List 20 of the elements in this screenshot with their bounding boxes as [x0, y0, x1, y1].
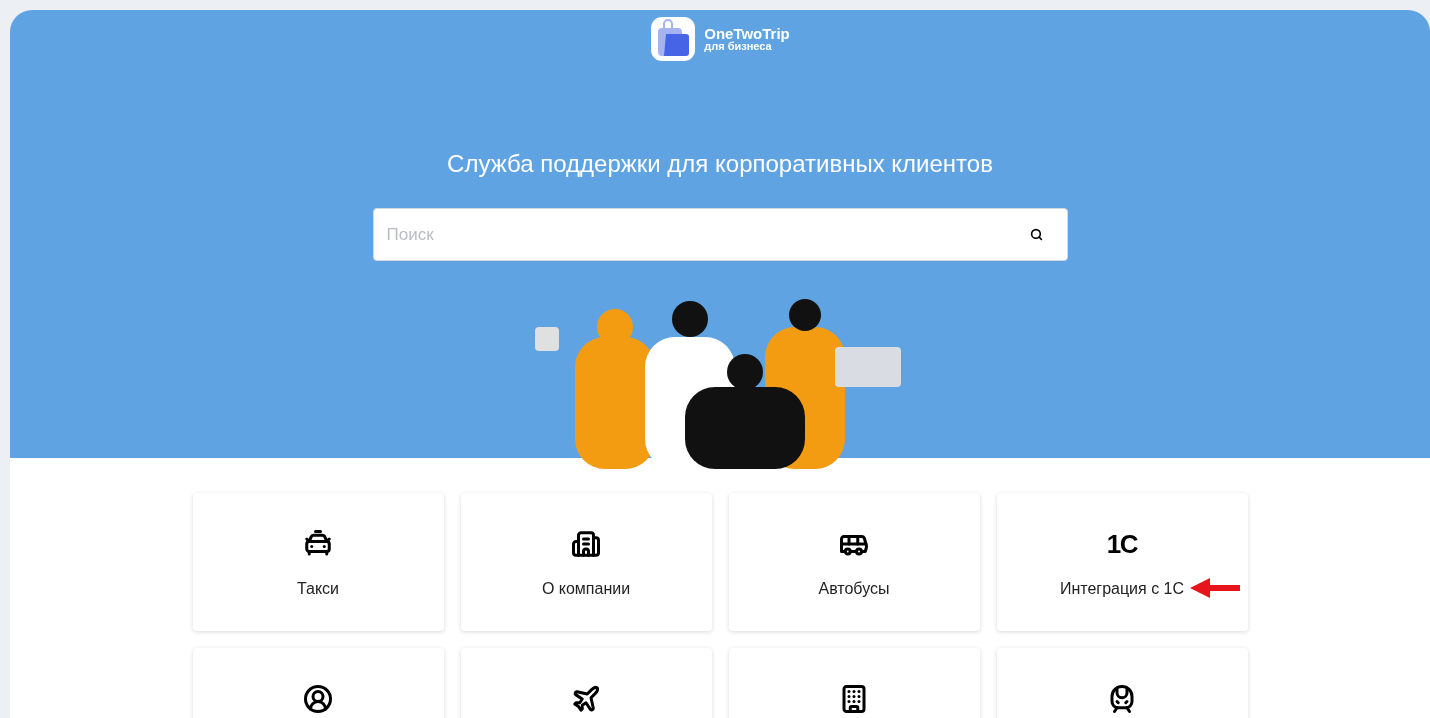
search-icon[interactable] [1029, 228, 1043, 241]
train-icon [1107, 684, 1137, 714]
brand-subtitle: для бизнеса [704, 41, 772, 52]
brand-name: OneTwoTrip [704, 26, 790, 41]
category-card[interactable]: О компании [460, 493, 712, 631]
pointer-arrow-icon [1190, 578, 1241, 598]
category-card[interactable]: Такси [192, 493, 444, 631]
plane-icon [571, 684, 601, 714]
category-card[interactable]: Автобусы [728, 493, 980, 631]
logo-mark: 1С [1106, 531, 1138, 557]
hero-title: Служба поддержки для корпоративных клиентов [447, 149, 993, 179]
category-label: Интеграция с 1С [1059, 580, 1185, 597]
category-label: О компании [541, 580, 631, 597]
category-label: Автобусы [818, 580, 890, 597]
folder-bag-icon [650, 16, 697, 62]
category-card[interactable]: 1С Интеграция с 1С [996, 493, 1248, 631]
user-icon [303, 684, 333, 714]
search-field[interactable]: Поиск [372, 208, 1068, 261]
building-icon [571, 529, 601, 559]
category-label: Такси [296, 580, 340, 597]
